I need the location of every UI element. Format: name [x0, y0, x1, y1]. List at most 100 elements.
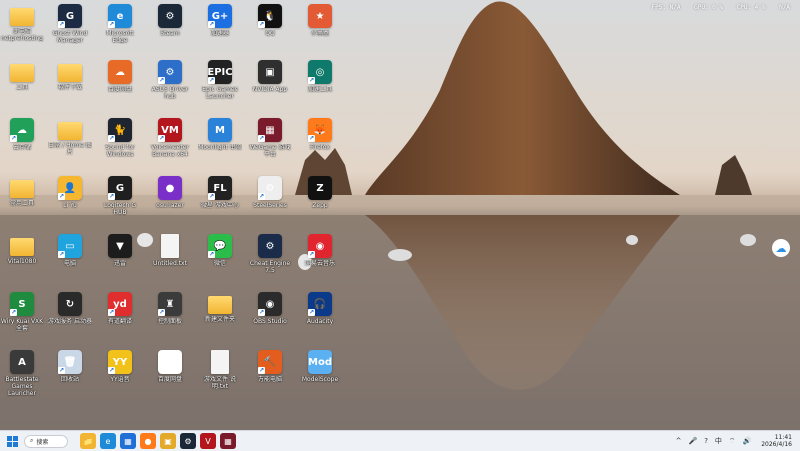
- desktop-icon-xiaoheihe[interactable]: ★ 小黑盒: [298, 4, 342, 37]
- desktop-icon-universal-pc[interactable]: 🔨 ↗ 万能电脑: [248, 350, 292, 383]
- osu-lazer-icon: ●: [158, 176, 182, 200]
- shortcut-arrow-icon: ↗: [10, 309, 17, 316]
- wifi-icon[interactable]: ⌔: [729, 437, 736, 446]
- desktop-icon-pictures-folder[interactable]: 日常 / Home 图片: [48, 118, 92, 156]
- desktop-icon-speed-tool[interactable]: ◎ ↗ 加速工具: [298, 60, 342, 93]
- shortcut-arrow-icon: ↗: [108, 135, 115, 142]
- desktop-icon-computer[interactable]: ▭ ↗ 电脑: [48, 234, 92, 267]
- desktop-icon-new-folder[interactable]: 新建文件夹: [198, 292, 242, 323]
- desktop-icon-label: 软件下载: [57, 84, 82, 91]
- youdao-icon: yd ↗: [108, 292, 132, 316]
- desktop-icon-asus-driver-hub[interactable]: ⚙ ↗ ASUS Driver hub: [148, 60, 192, 100]
- desktop-icon-label: Cheat Engine 7.5: [249, 260, 291, 274]
- untitled-file-icon: [161, 234, 179, 258]
- desktop-icon-thunder[interactable]: ▼ 迅雷: [98, 234, 142, 267]
- desktop-icon-label: NVIDIA App: [252, 86, 288, 93]
- desktop-icon-microsoft-edge[interactable]: e ↗ Microsoft Edge: [98, 4, 142, 44]
- desktop-icon-label: Sound for Windows: [105, 144, 135, 158]
- desktop-icon-zepp[interactable]: Z Zepp: [298, 176, 342, 209]
- desktop-icon-label: Li Yu: [63, 202, 77, 209]
- desktop-icon-steelseries[interactable]: ⚙ ↗ SteelSeries: [248, 176, 292, 209]
- desktop-icon-tools-folder[interactable]: 工具: [0, 60, 44, 91]
- desktop-icon-label: Voicemeeter Banana x64: [151, 144, 189, 158]
- cloud-widget-icon[interactable]: ☁: [772, 239, 790, 257]
- desktop-icon-ghost-wind-manager[interactable]: G ↗ Ghost Wind Manager: [48, 4, 92, 44]
- start-button[interactable]: [4, 433, 20, 449]
- desktop-icon-osu-lazer[interactable]: ● osu!lazer: [148, 176, 192, 209]
- desktop-icon-cloud-storage[interactable]: ☁ ↗ 云存储: [0, 118, 44, 151]
- desktop-icon-label: 控制面板: [157, 318, 182, 325]
- taskbar-app-file-explorer[interactable]: 📁: [80, 433, 96, 449]
- desktop-icon-label: 工具: [15, 84, 28, 91]
- shortcut-arrow-icon: ↗: [258, 21, 265, 28]
- desktop-icon-cheat-engine[interactable]: ⚙ Cheat Engine 7.5: [248, 234, 292, 274]
- taskbar-app-wegame[interactable]: ▦: [220, 433, 236, 449]
- desktop-icon-firefox[interactable]: 🦊 ↗ Firefox: [298, 118, 342, 151]
- desktop-icon-label: 游戏文件 说明.txt: [204, 376, 236, 390]
- desktop-icon-control-panel[interactable]: ♜ ↗ 控制面板: [148, 292, 192, 325]
- mic-icon[interactable]: 🎤: [688, 437, 697, 445]
- desktop-icon-wiry-kuai[interactable]: S ↗ Wiry Kuai VXK全套: [0, 292, 44, 332]
- desktop-icon-this-pc[interactable]: 此电脑 netprehosting: [0, 4, 44, 42]
- this-pc-icon: [10, 8, 34, 26]
- desktop-icon-nvidia-app[interactable]: ▣ NVIDIA App: [248, 60, 292, 93]
- chevron-up-icon[interactable]: ^: [676, 437, 682, 445]
- taskbar-app-firefox[interactable]: ●: [140, 433, 156, 449]
- desktop-icon-li-yu[interactable]: 👤 ↗ Li Yu: [48, 176, 92, 209]
- desktop-icon-epic-games[interactable]: EPIC ↗ Epic Games Launcher: [198, 60, 242, 100]
- desktop-icon-accelerator-g[interactable]: G+ ↗ 加速器: [198, 4, 242, 37]
- desktop-icon-label: Microsoft Edge: [106, 30, 134, 44]
- shortcut-arrow-icon: ↗: [308, 135, 315, 142]
- desktop-icon-moonlight[interactable]: M Moonlight 串流: [198, 118, 242, 151]
- accelerator-g-icon: G+ ↗: [208, 4, 232, 28]
- moonlight-icon: M: [208, 118, 232, 142]
- desktop-icon-yy[interactable]: YY ↗ YY语音: [98, 350, 142, 383]
- desktop-icon-netease-music[interactable]: ◉ ↗ 网易云音乐: [298, 234, 342, 267]
- desktop-icon-downloads-folder[interactable]: 软件下载: [48, 60, 92, 91]
- desktop-icon-logitech-ghub[interactable]: G ↗ Logitech G HUB: [98, 176, 142, 216]
- taskbar-app-folder[interactable]: ▣: [160, 433, 176, 449]
- cheat-engine-icon: ⚙: [258, 234, 282, 258]
- desktop-icon-recycle-bin[interactable]: 🗑 ↗ 回收站: [48, 350, 92, 383]
- desktop-icon-obs-studio[interactable]: ◉ ↗ OBS Studio: [248, 292, 292, 325]
- taskbar-app-store[interactable]: ▦: [120, 433, 136, 449]
- desktop-icon-vital-folder[interactable]: Vital1080: [0, 234, 44, 265]
- shortcut-arrow-icon: ↗: [308, 77, 315, 84]
- taskbar-app-voicemeeter[interactable]: V: [200, 433, 216, 449]
- desktop-icon-modelscope[interactable]: Mod ModelScope: [298, 350, 342, 383]
- desktop-icon-msi-center[interactable]: FL ↗ 微星 游戏中心: [198, 176, 242, 209]
- desktop-icon-audacity[interactable]: 🎧 ↗ Audacity: [298, 292, 342, 325]
- obs-studio-icon: ◉ ↗: [258, 292, 282, 316]
- desktop-icon-baidu-netdisk[interactable]: ☁ 百度网盘: [98, 60, 142, 93]
- taskbar-search[interactable]: ⌕ 搜索: [24, 434, 68, 448]
- taskbar-app-edge[interactable]: e: [100, 433, 116, 449]
- desktop-icon-common-tools-folder[interactable]: 常用工具: [0, 176, 44, 207]
- desktop-icon-battlestate-launcher[interactable]: A Battlestate Games Launcher: [0, 350, 44, 397]
- desktop-icon-voicemeeter[interactable]: VM ↗ Voicemeeter Banana x64: [148, 118, 192, 158]
- desktop-icon-sound-for-windows[interactable]: 🐈 ↗ Sound for Windows: [98, 118, 142, 158]
- desktop-icon-label: 小黑盒: [310, 30, 329, 37]
- qq-icon: 🐧 ↗: [258, 4, 282, 28]
- help-icon[interactable]: ?: [704, 437, 708, 445]
- shortcut-arrow-icon: ↗: [158, 309, 165, 316]
- shortcut-arrow-icon: ↗: [58, 367, 65, 374]
- desktop-icon-baidu-netdisk-2[interactable]: ☁ 百度网盘: [148, 350, 192, 383]
- ghost-wind-manager-icon: G ↗: [58, 4, 82, 28]
- desktop-icon-game-notes-file[interactable]: 游戏文件 说明.txt: [198, 350, 242, 390]
- desktop-icon-steam[interactable]: ⚙ Steam: [148, 4, 192, 37]
- clock[interactable]: 11:41 2026/4/16: [761, 434, 792, 448]
- desktop-icon-qq[interactable]: 🐧 ↗ QQ: [248, 4, 292, 37]
- baidu-netdisk-icon: ☁: [108, 60, 132, 84]
- desktop-icon-label: 加速器: [210, 30, 229, 37]
- yy-icon: YY ↗: [108, 350, 132, 374]
- desktop-icon-wegame[interactable]: ▦ ↗ WeGame 游戏平台: [248, 118, 292, 158]
- clock-date: 2026/4/16: [761, 441, 792, 448]
- desktop-icon-game-service[interactable]: ↻ 游戏服务 启动器: [48, 292, 92, 325]
- speaker-icon[interactable]: 🔊: [743, 437, 752, 445]
- desktop-icon-youdao[interactable]: yd ↗ 有道翻译: [98, 292, 142, 325]
- input-method[interactable]: 中: [715, 436, 722, 446]
- desktop-icon-wechat[interactable]: 💬 ↗ 微信: [198, 234, 242, 267]
- desktop-icon-label: 此电脑 netprehosting: [1, 28, 43, 42]
- desktop-icon-untitled-file[interactable]: Untitled.txt: [148, 234, 192, 267]
- taskbar-app-steam[interactable]: ⚙: [180, 433, 196, 449]
